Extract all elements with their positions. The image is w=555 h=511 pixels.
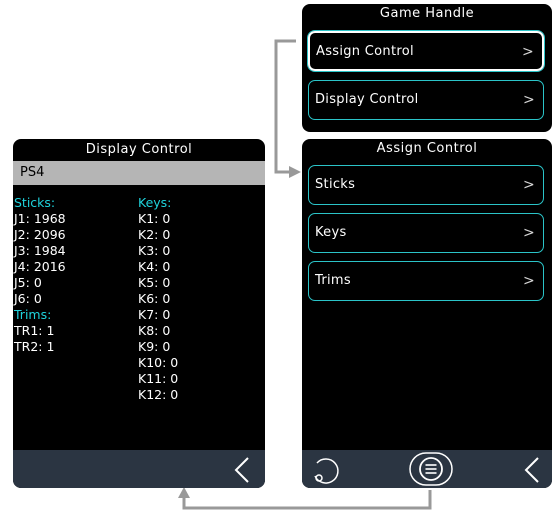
arrow-to-display-panel (182, 490, 432, 510)
trim-value: TR1: 1 (14, 323, 55, 338)
button-label: Trims (315, 273, 351, 288)
key-value: K6: 0 (138, 291, 171, 306)
footer-bar (13, 450, 265, 488)
display-control-button[interactable]: Display Control > (308, 80, 544, 120)
rotate-icon[interactable] (308, 454, 342, 486)
key-value: K9: 0 (138, 339, 171, 354)
keys-column: Keys: K1: 0 K2: 0 K3: 0 K4: 0 K5: 0 K6: … (138, 195, 178, 403)
device-selector[interactable]: PS4 (13, 161, 265, 185)
assign-control-button[interactable]: Assign Control > (308, 31, 544, 71)
key-value: K12: 0 (138, 387, 179, 402)
stick-value: J5: 0 (14, 275, 42, 290)
key-value: K10: 0 (138, 355, 179, 370)
trims-header: Trims: (14, 307, 52, 322)
arrow-to-assign-panel (274, 39, 296, 174)
footer-bar (302, 450, 552, 488)
display-control-panel: Display Control PS4 Sticks: J1: 1968 J2:… (13, 139, 265, 488)
stick-value: J1: 1968 (14, 211, 66, 226)
stick-value: J4: 2016 (14, 259, 66, 274)
back-chevron-icon[interactable] (520, 455, 544, 485)
stick-value: J6: 0 (14, 291, 42, 306)
chevron-right-icon: > (521, 44, 534, 60)
panel-title: Display Control (85, 142, 193, 157)
key-value: K2: 0 (138, 227, 171, 242)
menu-icon[interactable] (408, 451, 454, 487)
key-value: K11: 0 (138, 371, 179, 386)
panel-title: Game Handle (379, 6, 475, 21)
arrow-head-display (178, 487, 190, 498)
sticks-trims-column: Sticks: J1: 1968 J2: 2096 J3: 1984 J4: 2… (14, 195, 66, 355)
key-value: K3: 0 (138, 243, 171, 258)
keys-button[interactable]: Keys > (308, 213, 544, 253)
key-value: K5: 0 (138, 275, 171, 290)
chevron-right-icon: > (522, 225, 535, 241)
chevron-right-icon: > (522, 273, 535, 289)
trims-button[interactable]: Trims > (308, 261, 544, 301)
key-value: K1: 0 (138, 211, 171, 226)
button-label: Sticks (315, 177, 356, 192)
game-handle-panel: Game Handle Assign Control > Display Con… (302, 4, 552, 132)
button-label: Assign Control (316, 44, 414, 59)
arrow-head-assign (289, 166, 301, 178)
button-label: Display Control (315, 92, 419, 107)
back-chevron-icon[interactable] (230, 455, 254, 485)
sticks-button[interactable]: Sticks > (308, 165, 544, 205)
chevron-right-icon: > (522, 177, 535, 193)
stick-value: J2: 2096 (14, 227, 66, 242)
key-value: K7: 0 (138, 307, 171, 322)
panel-title: Assign Control (376, 141, 478, 156)
sticks-header: Sticks: (14, 195, 56, 210)
trim-value: TR2: 1 (14, 339, 55, 354)
keys-header: Keys: (138, 195, 172, 210)
key-value: K4: 0 (138, 259, 171, 274)
button-label: Keys (315, 225, 347, 240)
assign-control-panel: Assign Control Sticks > Keys > Trims > (302, 139, 552, 488)
key-value: K8: 0 (138, 323, 171, 338)
stick-value: J3: 1984 (14, 243, 66, 258)
chevron-right-icon: > (522, 92, 535, 108)
